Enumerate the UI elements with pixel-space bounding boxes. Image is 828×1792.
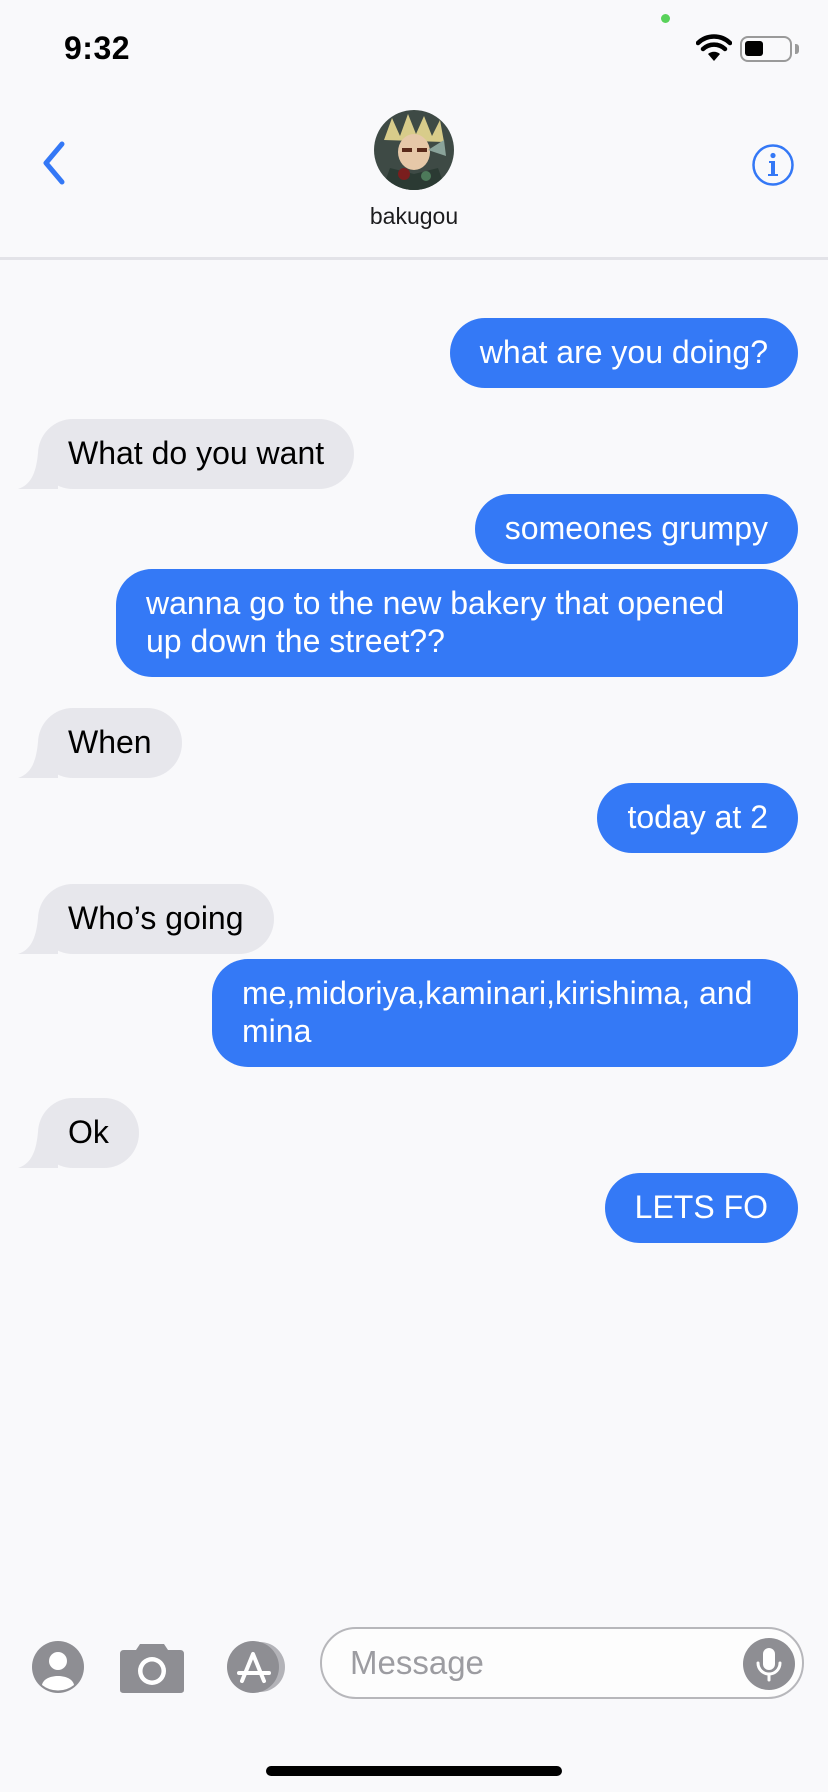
bubble-tail: [18, 1132, 58, 1168]
message-sent[interactable]: what are you doing?: [449, 318, 798, 388]
microphone-icon[interactable]: [743, 1638, 795, 1690]
contact-name[interactable]: bakugou: [0, 203, 828, 230]
wifi-icon: [696, 34, 732, 61]
message-sent[interactable]: wanna go to the new bakery that opened u…: [116, 569, 798, 677]
message-text: What do you want: [68, 435, 325, 471]
message-sent[interactable]: today at 2: [597, 783, 798, 853]
bubble-tail: [18, 453, 58, 489]
battery-icon: [740, 36, 792, 62]
back-chevron-icon[interactable]: [36, 138, 76, 188]
status-time: 9:32: [64, 30, 131, 66]
contacts-icon[interactable]: [31, 1640, 85, 1694]
battery-level-fill: [745, 41, 763, 56]
message-text: When: [68, 724, 152, 760]
home-indicator[interactable]: [266, 1766, 562, 1776]
contact-avatar[interactable]: [374, 110, 454, 190]
message-received[interactable]: When: [18, 708, 182, 778]
info-icon[interactable]: [751, 143, 795, 187]
bubble-tail: [18, 918, 58, 954]
message-text: Ok: [68, 1114, 109, 1150]
message-received[interactable]: What do you want: [18, 419, 355, 489]
app-store-icon[interactable]: [222, 1640, 292, 1694]
header-divider: [0, 257, 828, 260]
camera-indicator-dot: [661, 14, 670, 23]
message-received[interactable]: Who’s going: [18, 884, 274, 954]
message-sent[interactable]: someones grumpy: [474, 494, 798, 564]
message-received[interactable]: Ok: [18, 1098, 139, 1168]
message-text: Who’s going: [68, 900, 244, 936]
message-placeholder: Message: [350, 1644, 484, 1681]
avatar-image: [374, 110, 454, 190]
camera-icon[interactable]: [118, 1640, 186, 1694]
message-sent[interactable]: me,midoriya,kaminari,kirishima, and mina: [212, 959, 798, 1067]
battery-tip: [795, 44, 799, 54]
bubble-tail: [18, 742, 58, 778]
message-sent[interactable]: LETS FO: [604, 1173, 798, 1243]
